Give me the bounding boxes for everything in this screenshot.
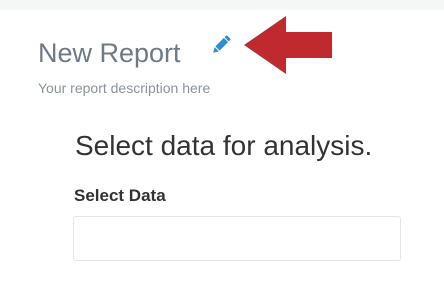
arrow-left-icon bbox=[242, 14, 334, 76]
section-heading: Select data for analysis. bbox=[75, 130, 373, 161]
report-description: Your report description here bbox=[38, 80, 211, 96]
select-data-input[interactable] bbox=[73, 216, 401, 261]
select-data-label: Select Data bbox=[74, 186, 166, 205]
report-title: New Report bbox=[38, 38, 181, 68]
top-bar bbox=[0, 0, 444, 10]
pencil-icon[interactable] bbox=[209, 33, 233, 57]
